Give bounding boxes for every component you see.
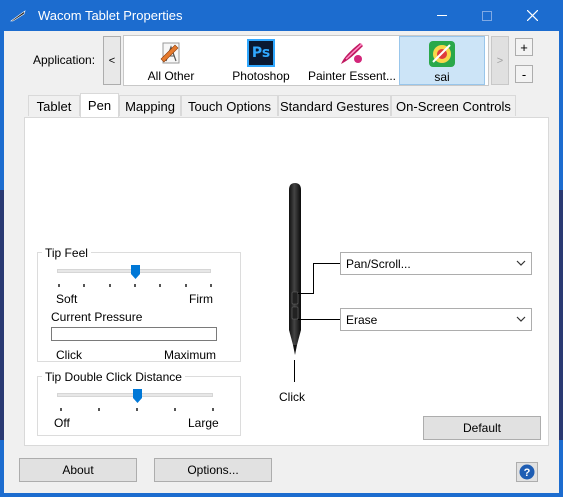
application-item-label: Photoshop [232,69,290,83]
application-list: All Other Ps Photoshop Painter Essent...… [123,35,489,86]
tip-feel-slider-thumb[interactable] [131,265,140,279]
help-button[interactable]: ? [516,462,538,482]
all-other-icon [160,42,180,64]
wacom-pen-icon [10,10,26,22]
pressure-min-label: Click [56,348,82,362]
slider-tick [60,408,62,411]
tab-touch-options[interactable]: Touch Options [181,95,278,116]
svg-text:?: ? [524,467,531,479]
tab-on-screen-controls[interactable]: On-Screen Controls [391,95,516,116]
application-scroll-left-button[interactable]: < [103,36,121,85]
slider-tick [83,284,86,287]
help-icon: ? [519,464,535,480]
photoshop-icon: Ps [247,39,275,67]
maximize-icon [481,10,492,21]
current-pressure-label: Current Pressure [51,310,143,324]
title-bar: Wacom Tablet Properties [0,0,563,31]
tip-double-click-slider-thumb[interactable] [133,389,142,403]
desktop-background [559,190,563,440]
about-button[interactable]: About [19,458,137,482]
chevron-down-icon [516,260,526,266]
minimize-icon [436,15,447,16]
tip-action-label: Click [279,390,305,404]
application-item-sai[interactable]: sai [399,36,485,85]
tip-feel-min-label: Soft [56,292,78,306]
application-item-photoshop[interactable]: Ps Photoshop [228,36,294,85]
add-application-button[interactable]: + [515,38,533,56]
chevron-down-icon [516,316,526,322]
slider-tick [159,284,162,287]
upper-button-value: Pan/Scroll... [346,256,411,271]
close-icon [527,10,538,21]
slider-tick [174,408,176,411]
tip-double-click-title: Tip Double Click Distance [42,370,185,384]
tab-pen[interactable]: Pen [80,93,119,117]
slider-tick [212,408,214,411]
lower-button-value: Erase [346,312,378,327]
painter-icon [341,43,363,64]
slider-tick [98,408,100,411]
application-item-painter[interactable]: Painter Essent... [306,36,398,85]
application-item-label: All Other [147,69,195,83]
slider-tick [184,284,187,287]
window-frame-bottom [0,493,563,497]
slider-tick [136,408,138,411]
pressure-max-label: Maximum [164,348,217,362]
upper-button-dropdown[interactable]: Pan/Scroll... [340,252,532,275]
maximize-button[interactable] [464,0,509,31]
lower-button-leader [298,319,340,320]
tab-tablet[interactable]: Tablet [28,95,80,116]
upper-button-leader [313,263,340,264]
tip-double-click-max-label: Large [188,416,219,430]
upper-button-leader [298,293,314,294]
application-label: Application: [33,53,96,67]
application-scroll-right-button[interactable]: > [491,36,509,85]
pen-illustration [289,183,301,355]
sai-icon [429,41,455,67]
slider-tick [134,284,136,287]
current-pressure-meter [51,327,217,341]
default-button[interactable]: Default [423,416,541,440]
tip-feel-max-label: Firm [189,292,213,306]
application-item-label: sai [434,70,450,84]
window-title: Wacom Tablet Properties [38,8,183,23]
desktop-background [0,190,4,440]
minimize-button[interactable] [419,0,464,31]
remove-application-button[interactable]: - [515,65,533,83]
options-button[interactable]: Options... [154,458,272,482]
slider-tick [210,284,212,287]
tab-mapping[interactable]: Mapping [119,95,181,116]
tip-double-click-min-label: Off [54,416,70,430]
upper-button-leader [313,263,314,294]
application-item-label: Painter Essent... [307,69,397,83]
tip-feel-title: Tip Feel [42,246,91,260]
lower-button-dropdown[interactable]: Erase [340,308,532,331]
slider-tick [58,284,60,287]
slider-tick [108,284,111,287]
tip-leader [294,360,295,382]
application-item-all-other[interactable]: All Other [142,36,200,85]
tab-standard-gestures[interactable]: Standard Gestures [278,95,391,116]
close-button[interactable] [510,0,555,31]
